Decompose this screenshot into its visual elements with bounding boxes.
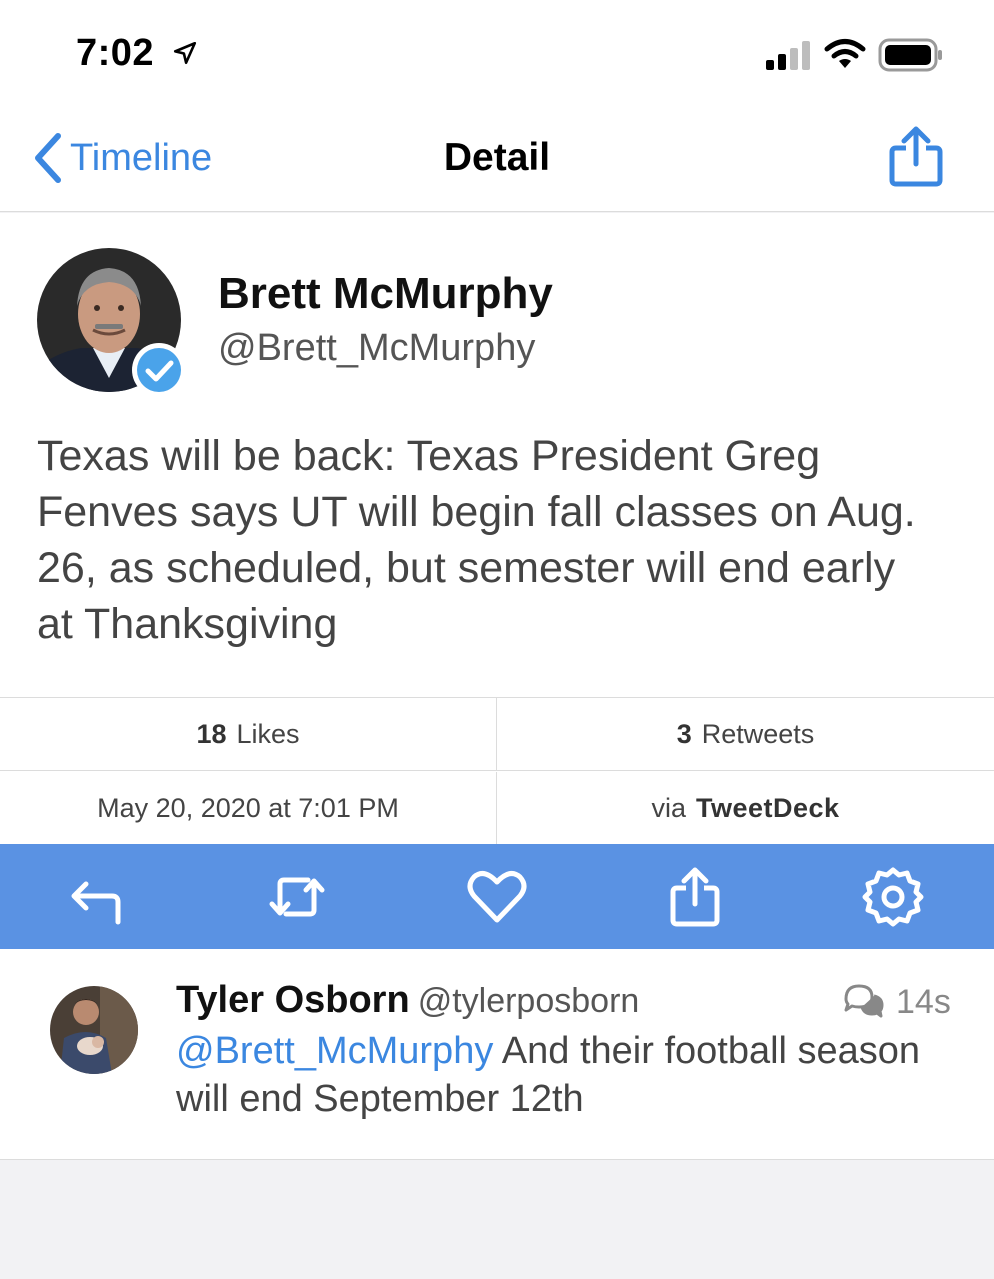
retweets-label: Retweets [701, 718, 815, 749]
page-title: Detail [443, 136, 551, 179]
tweet-stats: 18 Likes 3 Retweets May 20, 2020 at 7:01… [0, 697, 994, 845]
author-name[interactable]: Brett McMurphy [218, 269, 553, 319]
author-handle[interactable]: @Brett_McMurphy [218, 327, 535, 370]
reply-author-handle[interactable]: @tylerposborn [418, 982, 640, 1020]
likes-label: Likes [236, 718, 300, 749]
mention-link[interactable]: @Brett_McMurphy [176, 1030, 493, 1072]
via-app: TweetDeck [695, 793, 840, 823]
reply-icon[interactable] [66, 866, 128, 928]
avatar[interactable] [50, 986, 138, 1074]
status-bar: 7:02 [0, 0, 994, 100]
conversation-icon [844, 984, 884, 1018]
tweet-date: May 20, 2020 at 7:01 PM [0, 772, 497, 845]
location-arrow-icon [173, 41, 197, 65]
settings-icon[interactable] [862, 866, 924, 928]
reply-header: Tyler Osborn @tylerposborn [176, 979, 639, 1022]
status-time: 7:02 [76, 32, 155, 74]
action-bar [0, 844, 994, 949]
tweet-detail: Brett McMurphy @Brett_McMurphy Texas wil… [0, 213, 994, 697]
battery-icon [878, 38, 942, 72]
tweet-source: via TweetDeck [497, 772, 994, 845]
nav-bar: Timeline Detail [0, 100, 994, 212]
tweet-text: Texas will be back: Texas President Greg… [37, 432, 916, 648]
like-icon[interactable] [466, 866, 528, 928]
likes-count[interactable]: 18 Likes [0, 698, 497, 771]
wifi-icon [824, 39, 866, 68]
reply-tweet[interactable]: Tyler Osborn @tylerposborn 14s @Brett_McM… [0, 949, 994, 1160]
cellular-signal-icon [766, 41, 810, 70]
retweets-count[interactable]: 3 Retweets [497, 698, 994, 771]
reply-author-name[interactable]: Tyler Osborn [176, 979, 410, 1021]
share-icon[interactable] [886, 124, 946, 188]
screen: 7:02 Timeline Detail Brett McMurphy @Bre… [0, 0, 994, 1279]
verified-badge-icon [132, 343, 186, 397]
reply-text: @Brett_McMurphy And their football seaso… [176, 1027, 956, 1123]
reply-author-photo [50, 986, 138, 1074]
reply-timestamp: 14s [896, 983, 951, 1021]
via-label: via [651, 793, 686, 823]
retweets-number: 3 [676, 718, 692, 749]
likes-number: 18 [196, 718, 227, 749]
share-icon[interactable] [664, 866, 726, 928]
retweet-icon[interactable] [266, 866, 328, 928]
